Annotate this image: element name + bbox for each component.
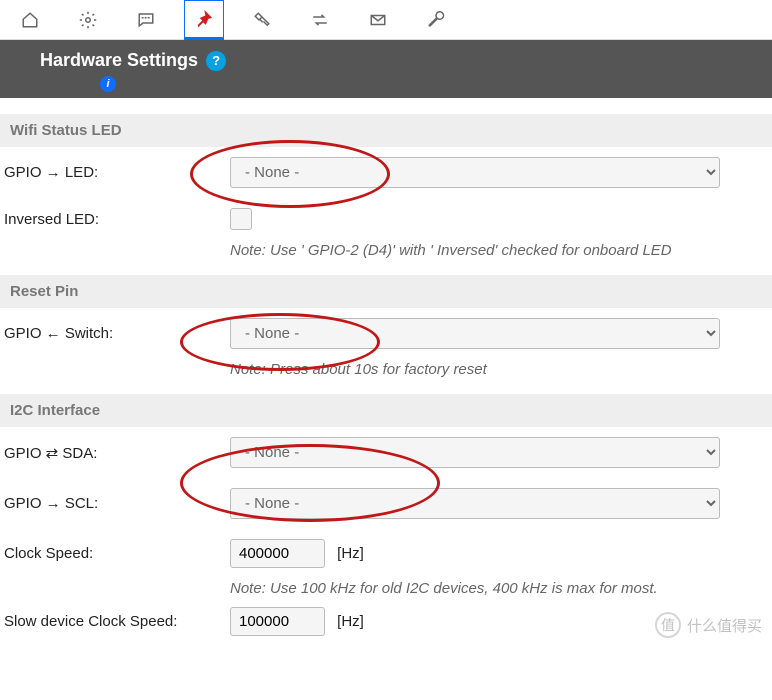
info-icon[interactable]: i: [100, 76, 116, 92]
app-root: Hardware Settings ? i Wifi Status LED GP…: [0, 0, 772, 646]
watermark: 值 什么值得买: [655, 612, 762, 638]
page-title: Hardware Settings: [40, 50, 198, 71]
gear-icon[interactable]: [68, 0, 108, 40]
chat-icon[interactable]: [126, 0, 166, 40]
wrench-icon[interactable]: [416, 0, 456, 40]
row-switch: GPIO ← Switch: - None -: [0, 308, 772, 359]
home-icon[interactable]: [10, 0, 50, 40]
section-i2c: I2C Interface: [0, 394, 772, 427]
plug-icon[interactable]: [242, 0, 282, 40]
help-icon[interactable]: ?: [206, 51, 226, 71]
label-scl: GPIO → SCL:: [0, 495, 230, 512]
input-clock-speed[interactable]: [230, 539, 325, 568]
select-scl[interactable]: - None -: [230, 488, 720, 519]
label-gpio-led: GPIO → LED:: [0, 164, 230, 181]
pin-icon[interactable]: [184, 0, 224, 40]
row-scl: GPIO → SCL: - None -: [0, 478, 772, 529]
select-sda[interactable]: - None -: [230, 437, 720, 468]
select-gpio-led[interactable]: - None -: [230, 157, 720, 188]
top-toolbar: [0, 0, 772, 40]
checkbox-inversed-led[interactable]: [230, 208, 252, 230]
mail-icon[interactable]: [358, 0, 398, 40]
transfer-icon[interactable]: [300, 0, 340, 40]
section-reset-pin: Reset Pin: [0, 275, 772, 308]
note-reset: Note: Press about 10s for factory reset: [0, 359, 772, 378]
unit-slow-clock: [Hz]: [337, 613, 364, 630]
page-header: Hardware Settings ? i: [0, 40, 772, 98]
select-switch[interactable]: - None -: [230, 318, 720, 349]
input-slow-clock[interactable]: [230, 607, 325, 636]
section-wifi-led: Wifi Status LED: [0, 114, 772, 147]
label-slow-clock: Slow device Clock Speed:: [0, 613, 230, 630]
watermark-text: 什么值得买: [687, 615, 762, 636]
label-inversed-led: Inversed LED:: [0, 211, 230, 228]
note-wifi-led: Note: Use ' GPIO-2 (D4)' with ' Inversed…: [0, 240, 772, 259]
unit-clock: [Hz]: [337, 545, 364, 562]
watermark-badge-icon: 值: [655, 612, 681, 638]
note-clock: Note: Use 100 kHz for old I2C devices, 4…: [0, 578, 772, 597]
row-gpio-led: GPIO → LED: - None -: [0, 147, 772, 198]
row-inversed-led: Inversed LED:: [0, 198, 772, 240]
label-clock-speed: Clock Speed:: [0, 545, 230, 562]
label-switch: GPIO ← Switch:: [0, 325, 230, 342]
label-sda: GPIO ⇄ SDA:: [0, 444, 230, 462]
row-clock-speed: Clock Speed: [Hz]: [0, 529, 772, 578]
row-sda: GPIO ⇄ SDA: - None -: [0, 427, 772, 478]
